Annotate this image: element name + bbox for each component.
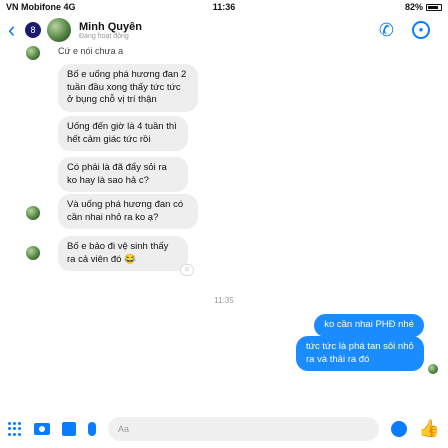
chat-header: ‹ 8 Minh Quyên Đang hoạt động ✆ ● (0, 14, 448, 46)
like-icon[interactable]: 👍 (419, 419, 440, 439)
contact-info[interactable]: Minh Quyên Đang hoạt động (79, 21, 142, 40)
unread-count-badge[interactable]: 8 (25, 22, 41, 38)
status-icons: 82% (405, 2, 442, 12)
incoming-message[interactable]: Bố e bảo đi vệ sinh thấy ra cả viên đó 😂 (58, 236, 188, 271)
message-input-placeholder: Aa (118, 424, 130, 434)
image-icon[interactable] (62, 422, 76, 436)
contact-name: Minh Quyên (79, 20, 142, 33)
sender-avatar (26, 206, 40, 220)
contact-status: Đang hoạt động (79, 32, 129, 40)
status-bar: VN Mobifone 4G 11:36 82% (0, 0, 448, 14)
contact-avatar[interactable] (47, 18, 71, 42)
carrier-label: VN Mobifone 4G (6, 2, 76, 12)
battery-icon (426, 3, 442, 11)
microphone-icon[interactable] (88, 422, 96, 436)
incoming-message[interactable]: Uống đến giờ là 4 tuần thì hết cảm giác … (58, 116, 188, 151)
message-partial: Cứ e nói chưa ạ (58, 46, 124, 54)
add-reaction-icon[interactable]: ☺ (180, 264, 194, 276)
info-icon[interactable]: ● (412, 21, 430, 39)
incoming-message[interactable]: Và uống phá hương đan có cần nhai nhỏ ra… (58, 194, 198, 229)
back-arrow-icon[interactable]: ‹ (8, 19, 24, 41)
message-timestamp: 11:35 (214, 296, 234, 305)
outgoing-message[interactable]: ko cần nhai PHĐ nhé (314, 314, 424, 337)
more-apps-icon[interactable] (8, 422, 22, 436)
sender-avatar (26, 46, 40, 60)
seen-avatar (428, 364, 438, 374)
emoji-icon[interactable] (390, 421, 407, 437)
message-input[interactable]: Aa (108, 417, 379, 441)
outgoing-message[interactable]: tức tức là phá tan sỏi nhỏ ra và thải ra… (296, 336, 424, 371)
incoming-message[interactable]: Bố e uống phá hương đan 2 tuần đầu xong … (58, 64, 198, 112)
message-thread[interactable]: Cứ e nói chưa ạ Bố e uống phá hương đan … (0, 46, 448, 410)
composer-bar: Aa 👍 (0, 410, 448, 448)
camera-icon[interactable] (34, 423, 50, 435)
phone-icon[interactable]: ✆ (379, 21, 394, 39)
battery-percent: 82% (404, 2, 423, 12)
clock: 11:36 (212, 2, 236, 12)
sender-avatar (26, 246, 40, 260)
incoming-message[interactable]: Có phải là đã đẩy sỏi ra ko hay là sao h… (58, 157, 188, 192)
